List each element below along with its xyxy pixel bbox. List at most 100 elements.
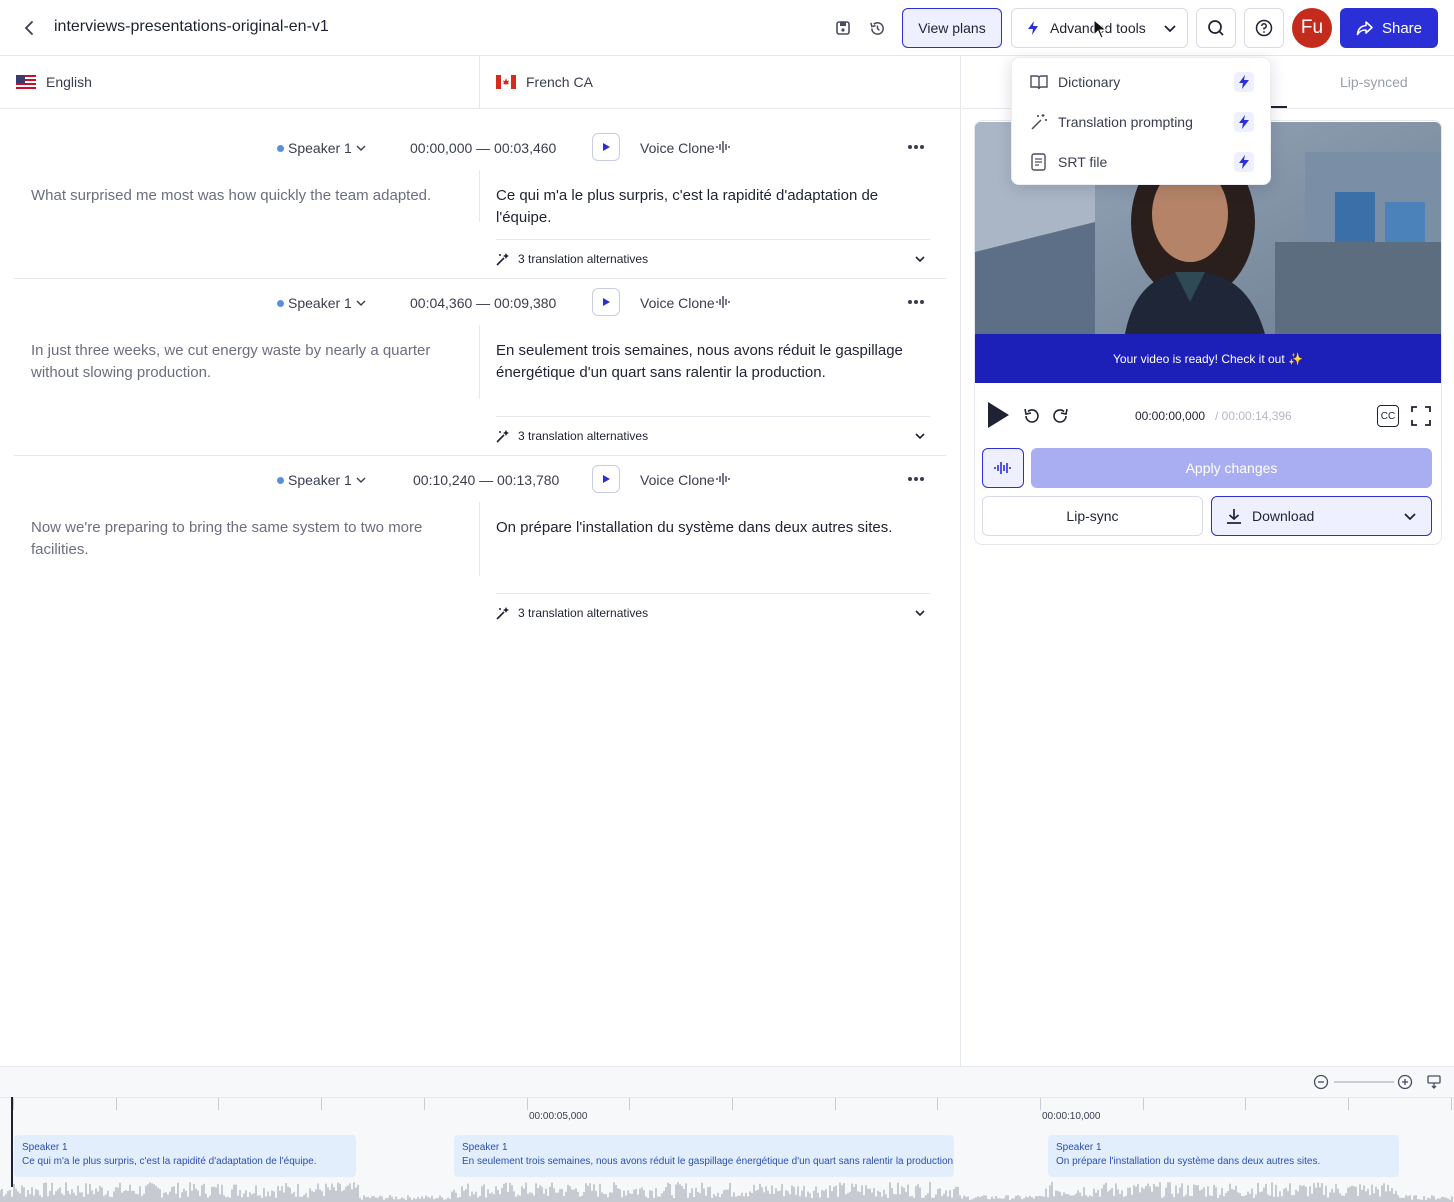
share-icon: [1356, 20, 1374, 36]
zoom-in-icon[interactable]: [1397, 1074, 1413, 1090]
timeline-clip-2[interactable]: Speaker 1 En seulement trois semaines, n…: [454, 1135, 954, 1177]
clip-speaker: Speaker 1: [22, 1142, 68, 1153]
timeline-clip-3[interactable]: Speaker 1 On prépare l'installation du s…: [1048, 1135, 1399, 1177]
speaker-select[interactable]: Speaker 1: [277, 295, 366, 311]
voice-label[interactable]: Voice Clone: [640, 140, 715, 156]
translation-alternatives[interactable]: 3 translation alternatives: [496, 239, 930, 277]
ruler-tick: [218, 1098, 219, 1110]
speaker-label: Speaker 1: [288, 140, 352, 156]
top-header: interviews-presentations-original-en-v1 …: [0, 0, 1454, 56]
more-options-icon[interactable]: [907, 299, 925, 305]
source-language: English: [46, 74, 92, 90]
share-label: Share: [1381, 19, 1423, 37]
captions-button[interactable]: CC: [1377, 405, 1399, 427]
waveform-icon: [994, 460, 1012, 476]
lightning-icon: [1234, 112, 1254, 132]
apply-changes-button[interactable]: Apply changes: [1031, 448, 1432, 488]
total-time: / 00:00:14,396: [1215, 409, 1292, 423]
alternatives-label: 3 translation alternatives: [518, 251, 649, 266]
back-icon[interactable]: [18, 16, 42, 40]
save-icon[interactable]: [832, 17, 854, 39]
file-icon: [1030, 153, 1048, 171]
tab-lip-synced[interactable]: Lip-synced: [1340, 74, 1408, 90]
ruler-tick: [629, 1098, 630, 1110]
target-text[interactable]: Ce qui m'a le plus surpris, c'est la rap…: [496, 185, 926, 229]
menu-item-srt-file[interactable]: SRT file: [1012, 142, 1272, 182]
ruler-tick: [1143, 1098, 1144, 1110]
menu-item-label: SRT file: [1058, 154, 1108, 170]
help-button[interactable]: [1244, 8, 1284, 48]
play-segment-button[interactable]: [592, 133, 620, 161]
chevron-down-icon: [914, 430, 926, 442]
target-text[interactable]: En seulement trois semaines, nous avons …: [496, 340, 926, 384]
timeline-clip-1[interactable]: Speaker 1 Ce qui m'a le plus surpris, c'…: [14, 1135, 356, 1177]
view-plans-button[interactable]: View plans: [902, 8, 1002, 48]
source-text: Now we're preparing to bring the same sy…: [31, 519, 423, 558]
voice-label[interactable]: Voice Clone: [640, 295, 715, 311]
more-options-icon[interactable]: [907, 144, 925, 150]
play-icon[interactable]: [986, 401, 1010, 429]
translation-alternatives[interactable]: 3 translation alternatives: [496, 416, 930, 454]
speaker-dot-icon: [277, 476, 284, 484]
chevron-down-icon: [1163, 21, 1177, 35]
clip-text: On prépare l'installation du système dan…: [1056, 1156, 1321, 1167]
ruler-tick: [1245, 1098, 1246, 1110]
chevron-down-icon: [1403, 509, 1417, 523]
forward-icon[interactable]: [1050, 406, 1070, 426]
speaker-select[interactable]: Speaker 1: [277, 472, 366, 488]
column-divider: [479, 170, 480, 222]
fullscreen-icon[interactable]: [1410, 405, 1432, 427]
menu-item-dictionary[interactable]: Dictionary: [1012, 62, 1272, 102]
segment-time[interactable]: 00:10,240 — 00:13,780: [413, 472, 559, 488]
playhead[interactable]: [11, 1097, 13, 1187]
clip-text: En seulement trois semaines, nous avons …: [462, 1156, 954, 1167]
ready-banner[interactable]: Your video is ready! Check it out ✨: [975, 334, 1441, 383]
book-icon: [1030, 74, 1048, 90]
waveform-icon[interactable]: [716, 472, 732, 486]
waveform-icon[interactable]: [716, 295, 732, 309]
current-time: 00:00:00,000: [1135, 409, 1206, 423]
chevron-down-icon: [914, 253, 926, 265]
alternatives-label: 3 translation alternatives: [518, 605, 649, 620]
download-label: Download: [1252, 508, 1315, 524]
audio-button[interactable]: [982, 448, 1024, 488]
rewind-icon[interactable]: [1022, 406, 1042, 426]
more-options-icon[interactable]: [907, 476, 925, 482]
ruler-tick: [937, 1098, 938, 1110]
voice-label[interactable]: Voice Clone: [640, 472, 715, 488]
play-segment-button[interactable]: [592, 288, 620, 316]
chevron-down-icon: [914, 607, 926, 619]
fit-timeline-icon[interactable]: [1426, 1074, 1442, 1090]
ruler-tick: [1348, 1098, 1349, 1110]
lightning-icon: [1234, 72, 1254, 92]
search-button[interactable]: [1196, 8, 1236, 48]
play-icon: [601, 474, 611, 484]
sparkle-icon: [496, 252, 510, 266]
chevron-down-icon: [356, 475, 366, 485]
sparkle-icon: [496, 429, 510, 443]
menu-item-label: Dictionary: [1058, 74, 1121, 90]
chevron-down-icon: [356, 298, 366, 308]
segment-time[interactable]: 00:04,360 — 00:09,380: [410, 295, 556, 311]
target-language[interactable]: French CA: [526, 74, 593, 90]
language-bar: English French CA: [0, 56, 960, 109]
canada-flag-icon: [496, 75, 516, 89]
avatar[interactable]: Fu: [1292, 8, 1332, 48]
download-button[interactable]: Download: [1211, 496, 1432, 536]
zoom-slider[interactable]: [1334, 1081, 1394, 1083]
share-button[interactable]: Share: [1340, 8, 1438, 48]
speaker-dot-icon: [277, 144, 284, 152]
zoom-out-icon[interactable]: [1313, 1074, 1329, 1090]
speaker-label: Speaker 1: [288, 472, 352, 488]
waveform-icon[interactable]: [716, 140, 732, 154]
history-icon[interactable]: [866, 17, 888, 39]
translation-alternatives[interactable]: 3 translation alternatives: [496, 593, 930, 631]
menu-item-translation-prompting[interactable]: Translation prompting: [1012, 102, 1272, 142]
target-text[interactable]: On prépare l'installation du système dan…: [496, 517, 926, 539]
speaker-select[interactable]: Speaker 1: [277, 140, 366, 156]
column-divider: [479, 502, 480, 576]
play-segment-button[interactable]: [592, 465, 620, 493]
segment-time[interactable]: 00:00,000 — 00:03,460: [410, 140, 556, 156]
lip-sync-button[interactable]: Lip-sync: [982, 496, 1203, 536]
magic-wand-icon: [1030, 113, 1048, 131]
